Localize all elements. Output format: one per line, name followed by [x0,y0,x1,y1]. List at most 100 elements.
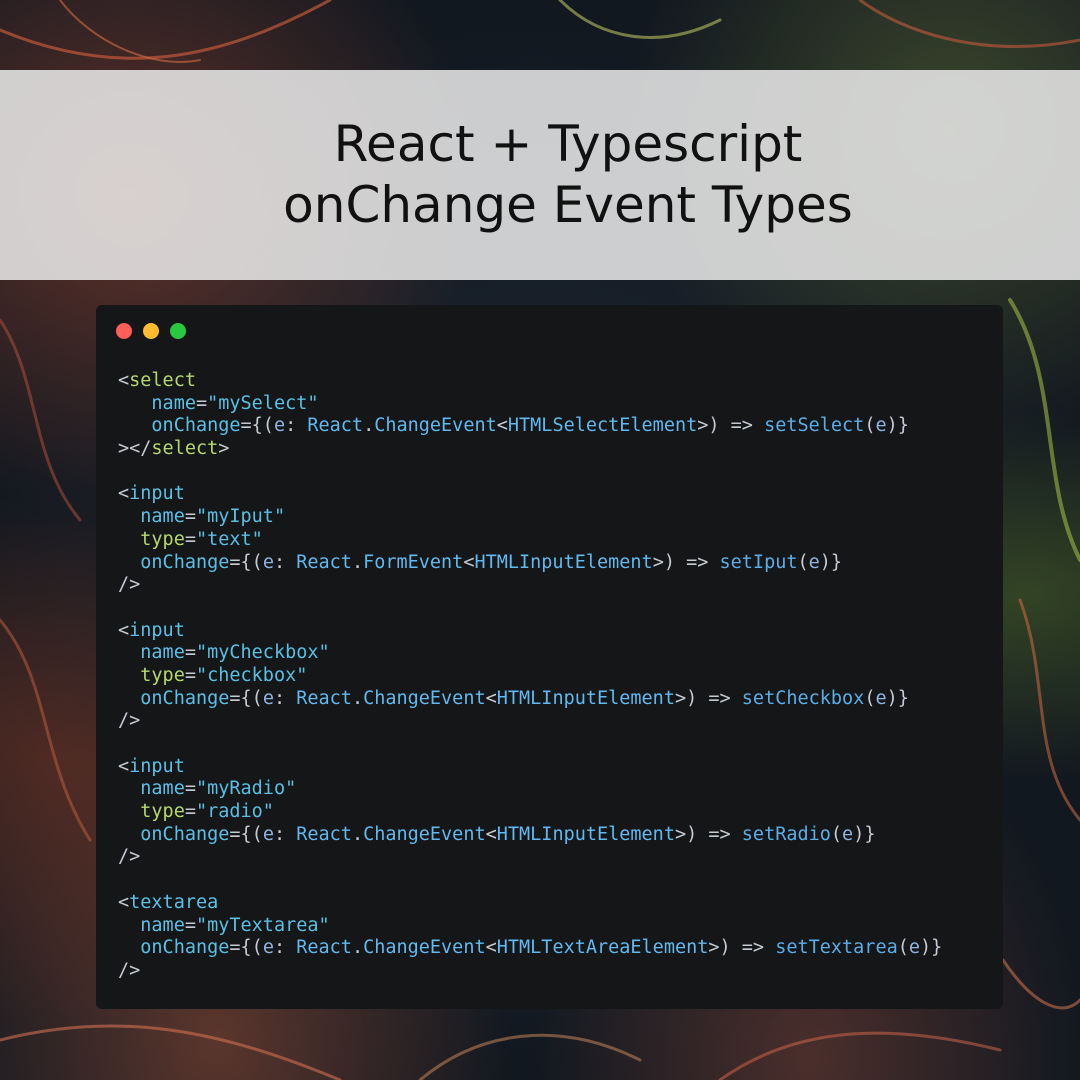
code-token: type [140,664,185,686]
code-token: React [296,937,352,959]
code-token: = [184,801,196,823]
code-token: "myRadio" [195,778,297,800]
code-token: onChange [140,551,230,573]
code-token: select [151,438,219,460]
code-token: < [118,370,130,391]
code-line: <input [118,620,942,643]
code-token: /> [118,846,141,868]
close-dot-icon[interactable] [116,323,132,339]
code-token: /> [118,710,141,732]
code-token: ChangeEvent [374,415,497,437]
code-token: input [129,619,185,641]
minimize-dot-icon[interactable] [143,323,159,339]
code-token: name [151,392,196,414]
code-token: > [218,438,230,460]
code-token: : [273,687,297,709]
code-line: onChange={(e: React.ChangeEvent<HTMLInpu… [118,688,942,711]
code-token: >) => [697,415,765,437]
code-token: < [118,483,130,505]
code-line: name="myRadio" [118,778,942,801]
code-token: textarea [129,891,219,913]
code-token: input [129,755,185,777]
code-token: name [140,506,185,528]
code-token: = [184,664,196,686]
code-token: e [808,551,820,573]
leaf-vein [1008,298,1080,562]
code-token: >) => [674,823,742,845]
title-banner: React + Typescript onChange Event Types [0,70,1080,280]
code-line: <select [118,370,942,393]
code-token: React [296,823,352,845]
code-token: = [184,778,196,800]
code-line: /> [118,960,942,983]
code-token: = [184,506,196,528]
code-token: < [496,415,508,437]
code-token: ChangeEvent [363,687,486,709]
code-token: = [184,914,196,936]
code-token: select [129,370,196,391]
code-token: ={( [229,937,263,959]
window-controls [116,323,186,339]
code-token: . [351,687,364,709]
code-token: )} [819,551,843,573]
code-token: onChange [140,937,230,959]
code-token: . [351,823,364,845]
code-token: setSelect [764,415,865,437]
code-token: : [273,823,297,845]
code-token: "radio" [195,801,274,823]
code-token: e [875,687,887,709]
code-token: )} [920,937,943,959]
code-token: ={( [229,687,263,709]
leaf-vein [558,0,722,39]
code-token: ( [830,823,843,845]
code-line: onChange={(e: React.ChangeEvent<HTMLInpu… [118,824,942,847]
code-block: <select name="mySelect" onChange={(e: Re… [118,370,942,983]
code-token: "checkbox" [195,664,308,686]
leaf-vein [1001,958,1080,1010]
code-token: ChangeEvent [363,937,486,959]
code-token: < [485,687,497,709]
code-token: ( [864,687,876,709]
code-token: e [875,415,887,437]
code-token: onChange [140,687,230,709]
code-token: setCheckbox [741,687,865,709]
leaf-vein [718,1031,1002,1080]
code-token: < [463,551,475,573]
code-token: "myIput" [195,506,286,528]
leaf-vein [0,0,332,60]
code-token: ={( [229,551,263,573]
leaf-vein [0,618,92,842]
code-line: onChange={(e: React.FormEvent<HTMLInputE… [118,552,942,575]
code-line: <input [118,483,942,506]
code-token: )} [853,823,876,845]
code-token: ( [864,415,876,437]
code-line: name="myTextarea" [118,915,942,938]
code-token: FormEvent [363,551,464,573]
leaf-vein [418,1033,642,1080]
leaf-vein [0,318,82,522]
code-token: : [273,937,297,959]
code-line: type="radio" [118,801,942,824]
code-token: /> [118,574,141,596]
code-token: setTextarea [775,937,898,959]
code-token: . [351,551,364,573]
code-token: e [908,937,921,959]
code-token: ( [797,551,809,573]
code-line: ></select> [118,438,942,461]
code-token: = [184,642,196,664]
code-token: HTMLInputElement [496,687,675,709]
title-line-1: React + Typescript [333,115,803,173]
maximize-dot-icon[interactable] [170,323,186,339]
